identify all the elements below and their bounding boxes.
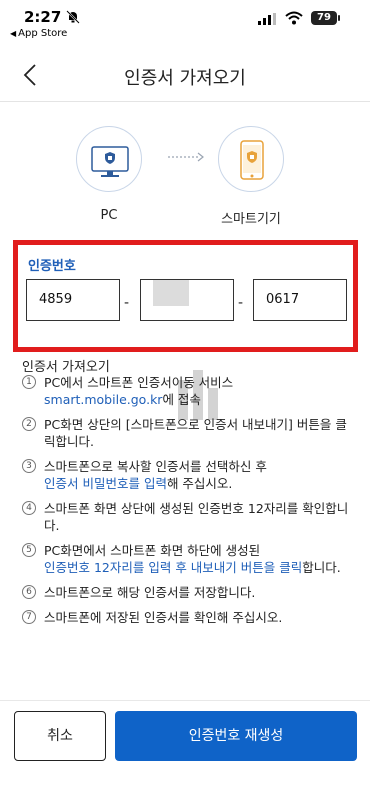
step-number: 2 — [22, 417, 36, 431]
step-tail: 에 접속 — [162, 392, 201, 407]
step-text: 스마트폰 화면 상단에 생성된 인증번호 12자리를 확인합니다. — [44, 501, 349, 533]
guide-title: 인증서 가져오기 — [22, 360, 110, 375]
back-to-app-link[interactable]: ◀ App Store — [10, 28, 67, 39]
page-title: 인증서 가져오기 — [124, 68, 246, 89]
auth-code-part2-masked — [140, 279, 234, 321]
guide-step: 7 스마트폰에 저장된 인증서를 확인해 주십시오. — [18, 609, 358, 626]
step-text: 스마트폰에 저장된 인증서를 확인해 주십시오. — [44, 610, 283, 625]
bottom-action-bar: 취소 인증번호 재생성 — [0, 700, 370, 800]
status-time: 2:27 — [24, 8, 62, 26]
step-text: PC화면 상단의 [스마트폰으로 인증서 내보내기] 버튼을 클릭합니다. — [44, 417, 347, 449]
step-number: 6 — [22, 585, 36, 599]
step-link: 인증번호 12자리를 입력 후 내보내기 버튼을 클릭 — [44, 560, 303, 575]
phone-circle — [218, 126, 284, 192]
auth-code-box: 인증번호 4859 - - 0617 — [13, 240, 358, 352]
pc-label: PC — [100, 208, 118, 223]
step-link[interactable]: smart.mobile.go.kr — [44, 392, 162, 407]
transfer-diagram: PC 스마트기기 — [0, 120, 370, 230]
pc-monitor-icon — [91, 146, 129, 177]
guide-step: 3 스마트폰으로 복사할 인증서를 선택하신 후 인증서 비밀번호를 입력해 주… — [18, 458, 358, 492]
step-tail: 합니다. — [302, 560, 341, 575]
nav-header: 인증서 가져오기 — [0, 50, 370, 102]
cancel-button[interactable]: 취소 — [14, 711, 106, 761]
guide-step: 2 PC화면 상단의 [스마트폰으로 인증서 내보내기] 버튼을 클릭합니다. — [18, 416, 358, 450]
step-number: 1 — [22, 375, 36, 389]
smart-device-label: 스마트기기 — [221, 212, 281, 227]
step-tail: 해 주십시오. — [166, 476, 233, 491]
cellular-signal-icon — [258, 13, 276, 25]
bell-off-icon — [66, 10, 80, 24]
smartphone-icon — [240, 140, 264, 180]
auth-code-title: 인증번호 — [28, 259, 76, 274]
status-bar: 2:27 ◀ App Store 79 — [0, 0, 370, 44]
code-separator: - — [238, 295, 244, 311]
guide-steps: 1 PC에서 스마트폰 인증서이동 서비스 smart.mobile.go.kr… — [18, 374, 358, 634]
pc-circle — [76, 126, 142, 192]
auth-code-part3: 0617 — [253, 279, 347, 321]
step-link: 인증서 비밀번호를 입력 — [44, 476, 167, 491]
step-number: 4 — [22, 501, 36, 515]
guide-step: 6 스마트폰으로 해당 인증서를 저장합니다. — [18, 584, 358, 601]
step-text: PC화면에서 스마트폰 화면 하단에 생성된 — [44, 543, 261, 558]
battery-indicator: 79 — [311, 11, 340, 25]
step-text: 스마트폰으로 해당 인증서를 저장합니다. — [44, 585, 256, 600]
back-app-label: App Store — [18, 28, 68, 39]
code-separator: - — [124, 295, 130, 311]
masked-block — [153, 280, 189, 306]
step-text: 스마트폰으로 복사할 인증서를 선택하신 후 — [44, 459, 267, 474]
step-number: 7 — [22, 610, 36, 624]
guide-step: 1 PC에서 스마트폰 인증서이동 서비스 smart.mobile.go.kr… — [18, 374, 358, 408]
step-text: PC에서 스마트폰 인증서이동 서비스 — [44, 375, 234, 390]
wifi-icon — [285, 11, 303, 25]
auth-code-part1: 4859 — [26, 279, 120, 321]
transfer-arrow-icon — [168, 152, 204, 162]
step-number: 3 — [22, 459, 36, 473]
guide-step: 5 PC화면에서 스마트폰 화면 하단에 생성된 인증번호 12자리를 입력 후… — [18, 542, 358, 576]
step-number: 5 — [22, 543, 36, 557]
guide-step: 4 스마트폰 화면 상단에 생성된 인증번호 12자리를 확인합니다. — [18, 500, 358, 534]
regenerate-code-button[interactable]: 인증번호 재생성 — [115, 711, 357, 761]
